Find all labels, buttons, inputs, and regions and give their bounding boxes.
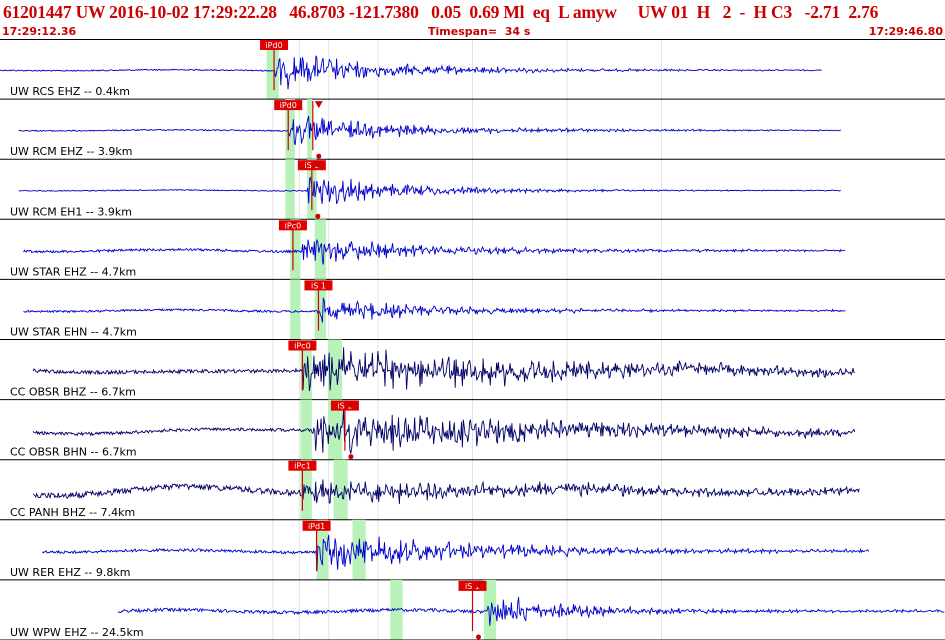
seismogram-viewer: 61201447 UW 2016-10-02 17:29:22.28 46.87… bbox=[0, 0, 945, 640]
station-label: CC OBSR BHN -- 6.7km bbox=[10, 446, 137, 459]
station-label: UW RER EHZ -- 9.8km bbox=[10, 566, 130, 579]
waveform bbox=[32, 347, 855, 392]
waveform bbox=[18, 176, 841, 205]
waveform bbox=[117, 596, 945, 626]
pick-triangle bbox=[314, 101, 323, 109]
station-label: UW STAR EHN -- 4.7km bbox=[10, 326, 137, 339]
station-label: UW RCS EHZ -- 0.4km bbox=[10, 85, 130, 98]
waveform bbox=[42, 534, 870, 572]
pick-dot bbox=[348, 454, 354, 460]
station-label: UW STAR EHZ -- 4.7km bbox=[10, 265, 136, 278]
start-time-label: 17:29:12.36 bbox=[2, 25, 77, 38]
station-label: UW RCM EH1 -- 3.9km bbox=[10, 205, 132, 218]
pick-label: iPd0 bbox=[280, 101, 297, 110]
event-header: 61201447 UW 2016-10-02 17:29:22.28 46.87… bbox=[0, 0, 945, 40]
pick-dot bbox=[316, 153, 322, 159]
trace-row[interactable]: iS 1UW WPW EHZ -- 24.5km bbox=[0, 579, 945, 640]
waveform bbox=[23, 296, 846, 323]
pick-dot bbox=[476, 634, 481, 640]
pick-label: iPc1 bbox=[294, 462, 311, 471]
pick-window bbox=[285, 159, 295, 220]
end-time-label: 17:29:46.80 bbox=[868, 25, 943, 38]
pick-label: iPc0 bbox=[285, 221, 302, 230]
event-summary-line: 61201447 UW 2016-10-02 17:29:22.28 46.87… bbox=[3, 2, 879, 22]
pick-label: iS 1 bbox=[311, 281, 326, 290]
trace-panel[interactable]: iPd0 UW RCS EHZ -- 0.4km iPd0 UW RCM EHZ --… bbox=[0, 39, 945, 640]
timespan-label: Timespan= 34 s bbox=[428, 25, 531, 38]
pick-label: iPd0 bbox=[265, 41, 282, 50]
waveform bbox=[23, 239, 846, 265]
pick-label: iPd1 bbox=[308, 522, 325, 531]
station-label: UW RCM EHZ -- 3.9km bbox=[10, 145, 132, 158]
pick-window bbox=[290, 279, 301, 340]
waveform bbox=[32, 479, 860, 505]
station-label: UW WPW EHZ -- 24.5km bbox=[10, 626, 144, 639]
waveform bbox=[18, 115, 841, 146]
station-label: CC PANH BHZ -- 7.4km bbox=[10, 506, 135, 519]
pick-dot bbox=[315, 213, 321, 219]
pick-label: iPc0 bbox=[294, 342, 311, 351]
station-label: CC OBSR BHZ -- 6.7km bbox=[10, 386, 136, 399]
waveform bbox=[32, 406, 856, 454]
